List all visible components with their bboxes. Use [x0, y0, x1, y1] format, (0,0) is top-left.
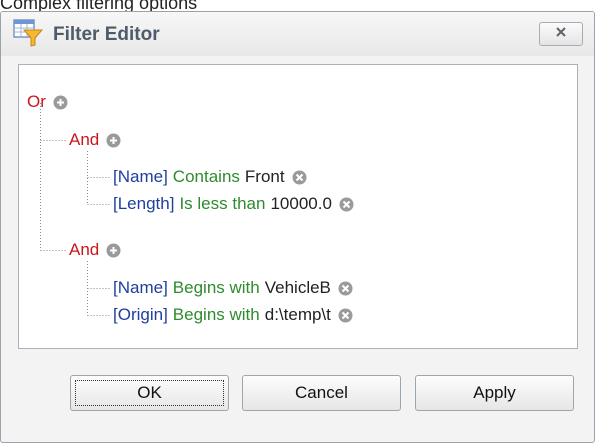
apply-button-label: Apply — [473, 383, 516, 402]
focus-ring — [75, 380, 224, 406]
condition-operator[interactable]: Begins with — [173, 304, 260, 326]
condition-operator[interactable]: Begins with — [173, 277, 260, 299]
dialog-title: Filter Editor — [53, 24, 160, 45]
group-operator-and[interactable]: And — [69, 129, 99, 151]
apply-button[interactable]: Apply — [415, 375, 574, 411]
filter-editor-dialog: Filter Editor Or And [Name] Contains Fro… — [0, 11, 595, 443]
close-button[interactable] — [539, 22, 583, 46]
remove-condition-icon[interactable] — [292, 170, 307, 185]
group-operator-and[interactable]: And — [69, 239, 99, 261]
filter-tree-panel[interactable]: Or And [Name] Contains Front [Length] Is… — [18, 64, 578, 349]
condition-value[interactable]: 10000.0 — [270, 193, 331, 215]
dialog-titlebar: Filter Editor — [1, 12, 594, 56]
dialog-button-bar: OK Cancel Apply — [1, 362, 594, 422]
condition-value[interactable]: VehicleB — [265, 277, 331, 299]
remove-condition-icon[interactable] — [339, 197, 354, 212]
tree-node-group-and: And — [69, 239, 121, 261]
tree-node-group-and: And — [69, 129, 121, 151]
cancel-button[interactable]: Cancel — [242, 375, 401, 411]
close-icon — [554, 25, 568, 44]
condition-field[interactable]: [Origin] — [113, 304, 168, 326]
tree-node-condition: [Origin] Begins with d:\temp\t — [113, 304, 353, 326]
tree-node-root-or: Or — [27, 91, 68, 113]
add-condition-icon[interactable] — [106, 133, 121, 148]
condition-value[interactable]: Front — [245, 166, 285, 188]
group-operator-or[interactable]: Or — [27, 91, 46, 113]
tree-node-condition: [Name] Begins with VehicleB — [113, 277, 353, 299]
condition-operator[interactable]: Contains — [173, 166, 240, 188]
remove-condition-icon[interactable] — [338, 308, 353, 323]
ok-button[interactable]: OK — [70, 375, 229, 411]
condition-field[interactable]: [Name] — [113, 277, 168, 299]
filter-editor-icon — [13, 19, 44, 47]
condition-field[interactable]: [Length] — [113, 193, 174, 215]
tree-node-condition: [Name] Contains Front — [113, 166, 307, 188]
tree-node-condition: [Length] Is less than 10000.0 — [113, 193, 354, 215]
condition-value[interactable]: d:\temp\t — [265, 304, 331, 326]
remove-condition-icon[interactable] — [338, 281, 353, 296]
condition-field[interactable]: [Name] — [113, 166, 168, 188]
add-condition-icon[interactable] — [53, 95, 68, 110]
condition-operator[interactable]: Is less than — [179, 193, 265, 215]
cancel-button-label: Cancel — [295, 383, 348, 402]
add-condition-icon[interactable] — [106, 243, 121, 258]
